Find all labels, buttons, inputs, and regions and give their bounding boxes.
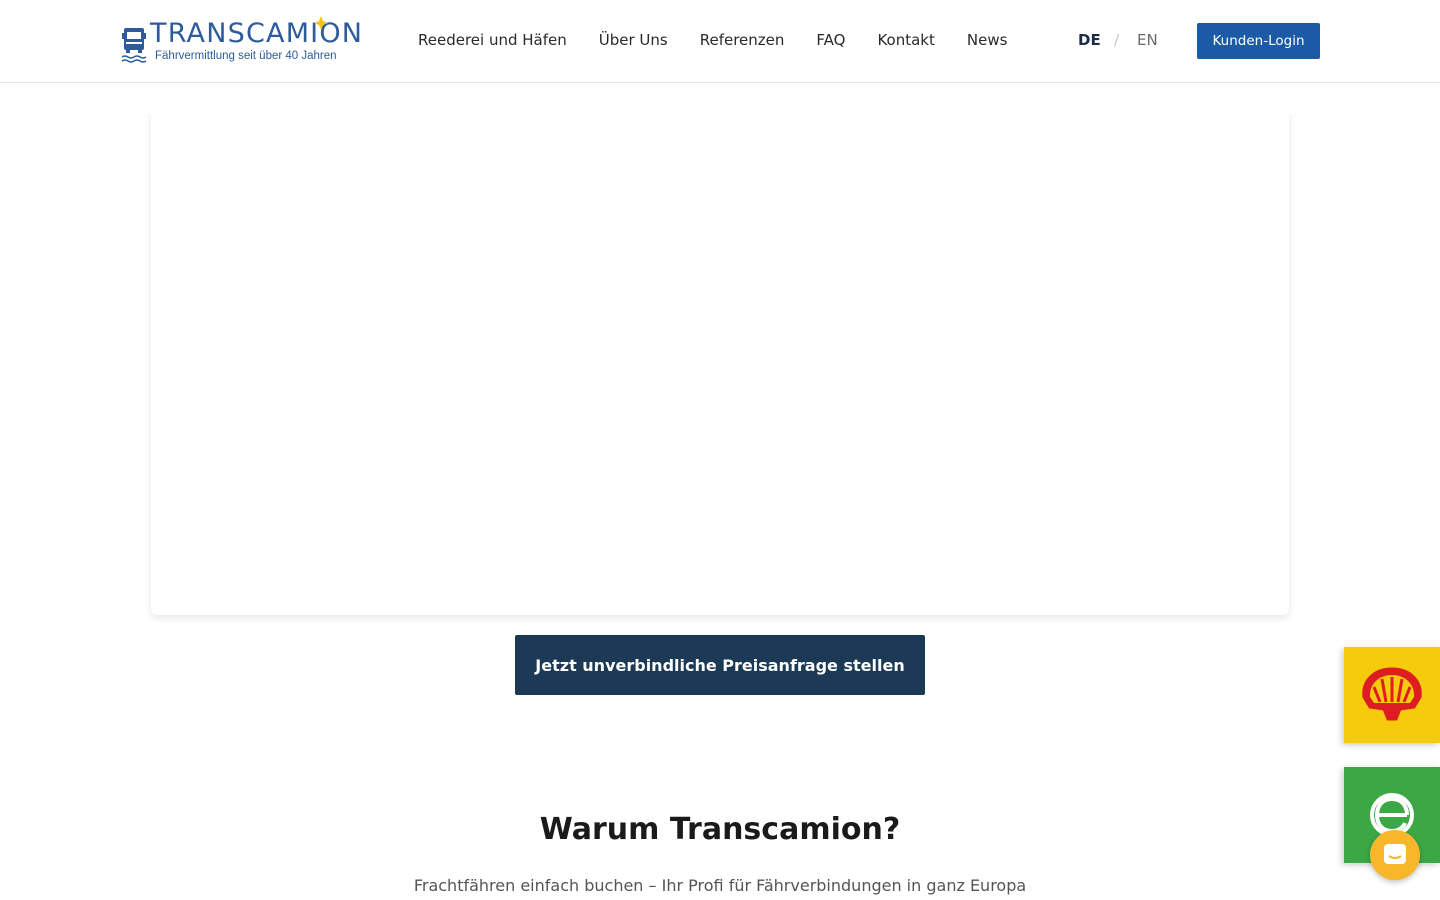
nav-link-faq[interactable]: FAQ bbox=[816, 29, 845, 51]
nav-link-news[interactable]: News bbox=[967, 29, 1008, 51]
site-header: TRANSCAMION Fährvermittlung seit über 40… bbox=[0, 0, 1440, 83]
section-title: Warum Transcamion? bbox=[539, 812, 901, 847]
logo[interactable]: TRANSCAMION Fährvermittlung seit über 40… bbox=[121, 16, 371, 66]
content-card bbox=[151, 106, 1289, 615]
chat-button[interactable] bbox=[1370, 830, 1420, 880]
customer-login-button[interactable]: Kunden-Login bbox=[1197, 23, 1320, 59]
nav-link-ueber-uns[interactable]: Über Uns bbox=[599, 29, 668, 51]
shell-icon bbox=[1362, 667, 1422, 721]
logo-wordmark: TRANSCAMION bbox=[150, 18, 364, 49]
card-top-fade bbox=[140, 84, 1300, 114]
shell-widget[interactable] bbox=[1344, 647, 1440, 743]
section-subtitle: Frachtfähren einfach buchen – Ihr Profi … bbox=[413, 876, 1027, 895]
nav-link-referenzen[interactable]: Referenzen bbox=[700, 29, 785, 51]
nav-link-reederei[interactable]: Reederei und Häfen bbox=[418, 29, 567, 51]
language-separator: / bbox=[1114, 31, 1120, 49]
chat-icon bbox=[1384, 844, 1406, 864]
main-nav: Reederei und Häfen Über Uns Referenzen F… bbox=[418, 29, 1039, 51]
truck-icon bbox=[121, 28, 147, 63]
language-de[interactable]: DE bbox=[1078, 29, 1101, 51]
language-en[interactable]: EN bbox=[1137, 29, 1158, 51]
star-icon bbox=[314, 16, 328, 30]
price-request-button[interactable]: Jetzt unverbindliche Preisanfrage stelle… bbox=[515, 635, 925, 695]
logo-tagline: Fährvermittlung seit über 40 Jahren bbox=[155, 50, 337, 62]
nav-link-kontakt[interactable]: Kontakt bbox=[877, 29, 934, 51]
